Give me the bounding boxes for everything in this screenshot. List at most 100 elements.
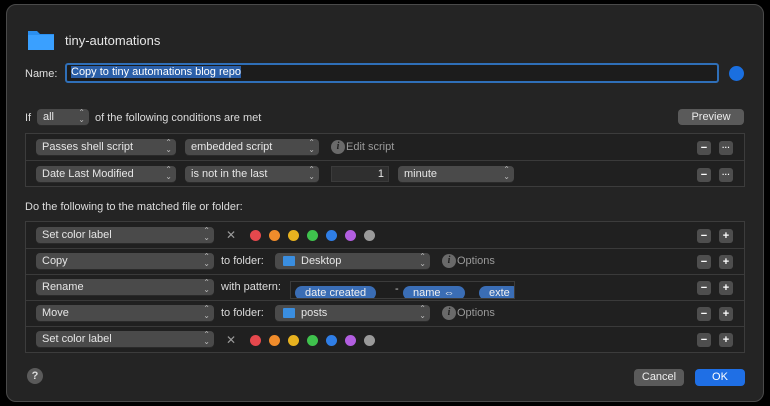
remove-action-button[interactable]: −	[697, 281, 711, 295]
more-options-button[interactable]: ···	[719, 168, 733, 182]
to-folder-label: to folder:	[221, 307, 264, 319]
action-popup[interactable]: Copy ⌃ ⌄	[36, 253, 214, 269]
pattern-token-date-created[interactable]: date created	[295, 286, 377, 298]
action-popup[interactable]: Rename ⌃ ⌄	[36, 279, 214, 295]
chevron-updown-icon: ⌃ ⌄	[203, 330, 210, 346]
amount-field[interactable]: 1	[331, 166, 389, 182]
action-popup[interactable]: Set color label ⌃ ⌄	[36, 227, 214, 243]
options-link[interactable]: Options	[457, 307, 495, 319]
folder-icon	[28, 31, 54, 50]
action-value: Set color label	[42, 333, 112, 345]
pattern-token-name[interactable]: name ⇔	[403, 286, 465, 298]
add-action-button[interactable]: +	[719, 281, 733, 295]
add-action-button[interactable]: +	[719, 307, 733, 321]
info-icon[interactable]: i	[442, 254, 456, 268]
condition-operator-popup[interactable]: is not in the last ⌃ ⌄	[185, 166, 319, 182]
folder-value: posts	[301, 307, 328, 319]
action-value: Copy	[42, 255, 68, 267]
action-popup[interactable]: Set color label ⌃ ⌄	[36, 331, 214, 347]
actions-heading: Do the following to the matched file or …	[25, 201, 243, 213]
pattern-token-extension[interactable]: exte	[479, 286, 514, 298]
color-dot-green[interactable]	[307, 335, 318, 346]
options-link[interactable]: Options	[457, 255, 495, 267]
document-icon[interactable]	[729, 66, 744, 81]
chevron-updown-icon: ⌃ ⌄	[419, 252, 426, 268]
chevron-updown-icon: ⌃ ⌄	[165, 138, 172, 154]
if-label: If	[25, 112, 32, 124]
color-dot-gray[interactable]	[364, 335, 375, 346]
cancel-button[interactable]: Cancel	[634, 369, 684, 386]
remove-action-button[interactable]: −	[697, 333, 711, 347]
chevron-updown-icon: ⌃ ⌄	[308, 138, 315, 154]
chevron-updown-icon: ⌃ ⌄	[419, 304, 426, 320]
condition-attribute: Passes shell script	[42, 141, 134, 153]
remove-action-button[interactable]: −	[697, 229, 711, 243]
folder-icon	[283, 256, 295, 266]
with-pattern-label: with pattern:	[221, 281, 281, 293]
color-dot-purple[interactable]	[345, 230, 356, 241]
remove-action-button[interactable]: −	[697, 255, 711, 269]
condition-attribute-popup[interactable]: Passes shell script ⌃ ⌄	[36, 139, 176, 155]
chevron-updown-icon: ⌃ ⌄	[203, 252, 210, 268]
condition-attribute-popup[interactable]: Date Last Modified ⌃ ⌄	[36, 166, 176, 182]
remove-condition-button[interactable]: −	[697, 168, 711, 182]
row-divider	[26, 300, 744, 301]
rule-editor-dialog: tiny-automations Name: Copy to tiny auto…	[6, 4, 764, 402]
condition-operator-popup[interactable]: embedded script ⌃ ⌄	[185, 139, 319, 155]
condition-attribute: Date Last Modified	[42, 168, 134, 180]
more-options-button[interactable]: ···	[719, 141, 733, 155]
chevron-updown-icon: ⌃ ⌄	[503, 165, 510, 181]
pattern-separator: -	[395, 283, 399, 295]
info-icon[interactable]: i	[442, 306, 456, 320]
row-divider	[26, 274, 744, 275]
chevron-updown-icon: ⌃ ⌄	[78, 108, 85, 124]
help-button[interactable]: ?	[27, 368, 43, 384]
chevron-updown-icon: ⌃ ⌄	[203, 304, 210, 320]
folder-value: Desktop	[301, 255, 342, 267]
to-folder-label: to folder:	[221, 255, 264, 267]
rename-pattern-field[interactable]: date created - name ⇔ exte	[290, 281, 515, 299]
color-dot-red[interactable]	[250, 335, 261, 346]
edit-script-link[interactable]: Edit script	[346, 141, 394, 153]
chevron-updown-icon: ⌃ ⌄	[203, 226, 210, 242]
chevron-updown-icon: ⌃ ⌄	[165, 165, 172, 181]
color-dot-blue[interactable]	[326, 230, 337, 241]
info-icon[interactable]: i	[331, 140, 345, 154]
row-divider	[26, 248, 744, 249]
action-value: Rename	[42, 281, 84, 293]
chevron-updown-icon: ⌃ ⌄	[203, 278, 210, 294]
color-dot-gray[interactable]	[364, 230, 375, 241]
color-dot-blue[interactable]	[326, 335, 337, 346]
add-action-button[interactable]: +	[719, 333, 733, 347]
rule-name-value: Copy to tiny automations blog repo	[71, 66, 241, 78]
unit-popup[interactable]: minute ⌃ ⌄	[398, 166, 514, 182]
row-divider	[26, 160, 744, 161]
destination-folder-popup[interactable]: Desktop ⌃ ⌄	[275, 253, 430, 269]
color-dot-green[interactable]	[307, 230, 318, 241]
add-action-button[interactable]: +	[719, 255, 733, 269]
remove-condition-button[interactable]: −	[697, 141, 711, 155]
color-dot-yellow[interactable]	[288, 335, 299, 346]
match-popup[interactable]: all ⌃ ⌄	[37, 109, 89, 125]
unit-value: minute	[404, 168, 438, 180]
conditions-label: of the following conditions are met	[95, 112, 262, 124]
color-dot-purple[interactable]	[345, 335, 356, 346]
folder-icon	[283, 308, 295, 318]
remove-action-button[interactable]: −	[697, 307, 711, 321]
rule-name-field[interactable]: Copy to tiny automations blog repo	[65, 63, 719, 83]
color-dot-orange[interactable]	[269, 230, 280, 241]
color-dot-yellow[interactable]	[288, 230, 299, 241]
action-popup[interactable]: Move ⌃ ⌄	[36, 305, 214, 321]
actions-list: Set color label ⌃ ⌄ ✕ − + Copy ⌃ ⌄ to fold…	[25, 221, 745, 353]
condition-operator: is not in the last	[191, 168, 268, 180]
color-dot-red[interactable]	[250, 230, 261, 241]
ok-button[interactable]: OK	[695, 369, 745, 386]
conditions-list: Passes shell script ⌃ ⌄ embedded script ⌃…	[25, 133, 745, 187]
color-dot-orange[interactable]	[269, 335, 280, 346]
match-value: all	[43, 111, 55, 123]
clear-color-icon[interactable]: ✕	[226, 333, 236, 347]
clear-color-icon[interactable]: ✕	[226, 228, 236, 242]
destination-folder-popup[interactable]: posts ⌃ ⌄	[275, 305, 430, 321]
preview-button[interactable]: Preview	[678, 109, 744, 125]
add-action-button[interactable]: +	[719, 229, 733, 243]
